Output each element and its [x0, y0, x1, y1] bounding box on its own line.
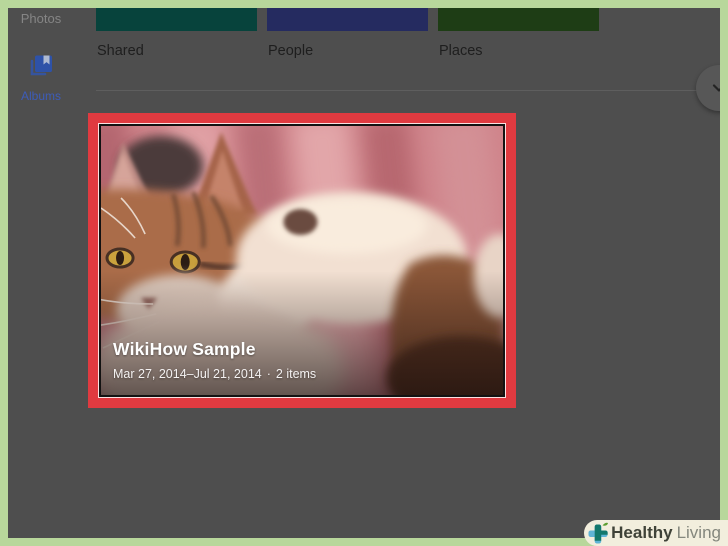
- health-cross-leaf-icon: [586, 521, 610, 545]
- album-cover-photo[interactable]: WikiHow Sample Mar 27, 2014–Jul 21, 2014…: [101, 126, 503, 395]
- separator-dot: ·: [266, 367, 271, 381]
- watermark-text-regular: Living: [676, 523, 721, 542]
- collection-label-places[interactable]: Places: [439, 43, 483, 59]
- collection-tile-people[interactable]: [267, 8, 428, 31]
- chevron-down-icon: [710, 79, 720, 97]
- album-date-range: Mar 27, 2014–Jul 21, 2014: [113, 367, 262, 381]
- healthy-living-watermark: Healthy Living: [584, 520, 728, 546]
- collection-label-shared[interactable]: Shared: [97, 43, 144, 59]
- collapse-button[interactable]: [696, 65, 720, 111]
- album-card-highlight[interactable]: WikiHow Sample Mar 27, 2014–Jul 21, 2014…: [88, 113, 516, 408]
- photos-app-window: Photos Albums Shared People Places WikiH…: [8, 8, 720, 538]
- album-subtitle: Mar 27, 2014–Jul 21, 2014 · 2 items: [113, 367, 316, 381]
- collection-tile-places[interactable]: [438, 8, 599, 31]
- collection-tile-shared[interactable]: [96, 8, 257, 31]
- sidebar-item-albums[interactable]: Albums: [10, 53, 72, 103]
- section-divider: [96, 90, 720, 91]
- screenshot-frame: Photos Albums Shared People Places WikiH…: [0, 0, 728, 546]
- albums-book-icon: [28, 53, 54, 79]
- album-item-count: 2 items: [275, 367, 317, 381]
- collection-label-people[interactable]: People: [268, 43, 313, 59]
- album-card-inner-border: WikiHow Sample Mar 27, 2014–Jul 21, 2014…: [98, 123, 506, 398]
- sidebar-item-label: Albums: [20, 89, 61, 103]
- watermark-text-bold: Healthy: [611, 523, 673, 542]
- sidebar-item-photos[interactable]: Photos: [10, 11, 72, 26]
- sidebar-item-label: Photos: [20, 11, 62, 26]
- album-title: WikiHow Sample: [113, 339, 256, 359]
